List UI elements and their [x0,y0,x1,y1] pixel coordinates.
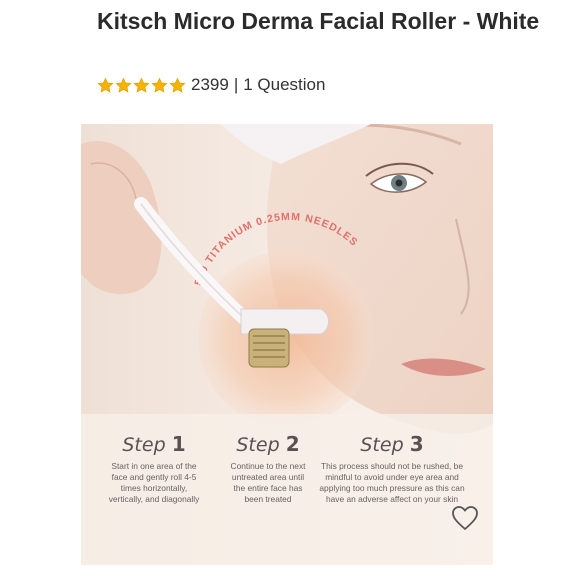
product-image[interactable]: 540 TITANIUM 0.25MM NEEDLES Step 1 Start… [81,124,493,580]
step-line: times horizontally, [120,483,188,493]
step-number: 2 [285,432,300,456]
step-line: face and gently roll 4-5 [111,472,197,482]
step-number: 1 [171,432,186,456]
rating-count[interactable]: 2399 [191,75,229,95]
rating-separator: | [233,75,239,94]
star-icon [133,77,150,93]
step-line: applying too much pressure as this can [319,483,465,493]
step-3-description: This process should not be rushed, be mi… [307,461,477,505]
step-line: mindful to avoid under eye area and [325,472,459,482]
heart-icon [452,506,478,530]
star-icon [115,77,132,93]
star-icon [169,77,186,93]
step-3-heading: Step 3 [307,432,477,457]
step-number: 3 [409,432,424,456]
bottom-edge [0,565,580,580]
star-rating [97,77,186,94]
questions-link[interactable]: 1 Question [243,75,325,95]
step-line: have an adverse affect on your skin [325,494,459,504]
step-line: vertically, and diagonally [108,494,200,504]
step-line: Start in one area of the [111,461,197,471]
star-icon [97,77,114,93]
step-1-description: Start in one area of the face and gently… [89,461,219,505]
star-icon [151,77,168,93]
step-3: Step 3 This process should not be rushed… [307,432,477,505]
step-line: This process should not be rushed, be [321,461,463,471]
steps-section: Step 1 Start in one area of the face and… [81,432,493,572]
step-word: Step [236,434,280,456]
step-1: Step 1 Start in one area of the face and… [89,432,219,505]
product-title: Kitsch Micro Derma Facial Roller - White [97,8,540,34]
rating-row[interactable]: 2399 | 1 Question [97,73,325,97]
step-word: Step [360,434,404,456]
step-word: Step [122,434,166,456]
like-button[interactable] [451,505,479,531]
step-1-heading: Step 1 [89,432,219,457]
